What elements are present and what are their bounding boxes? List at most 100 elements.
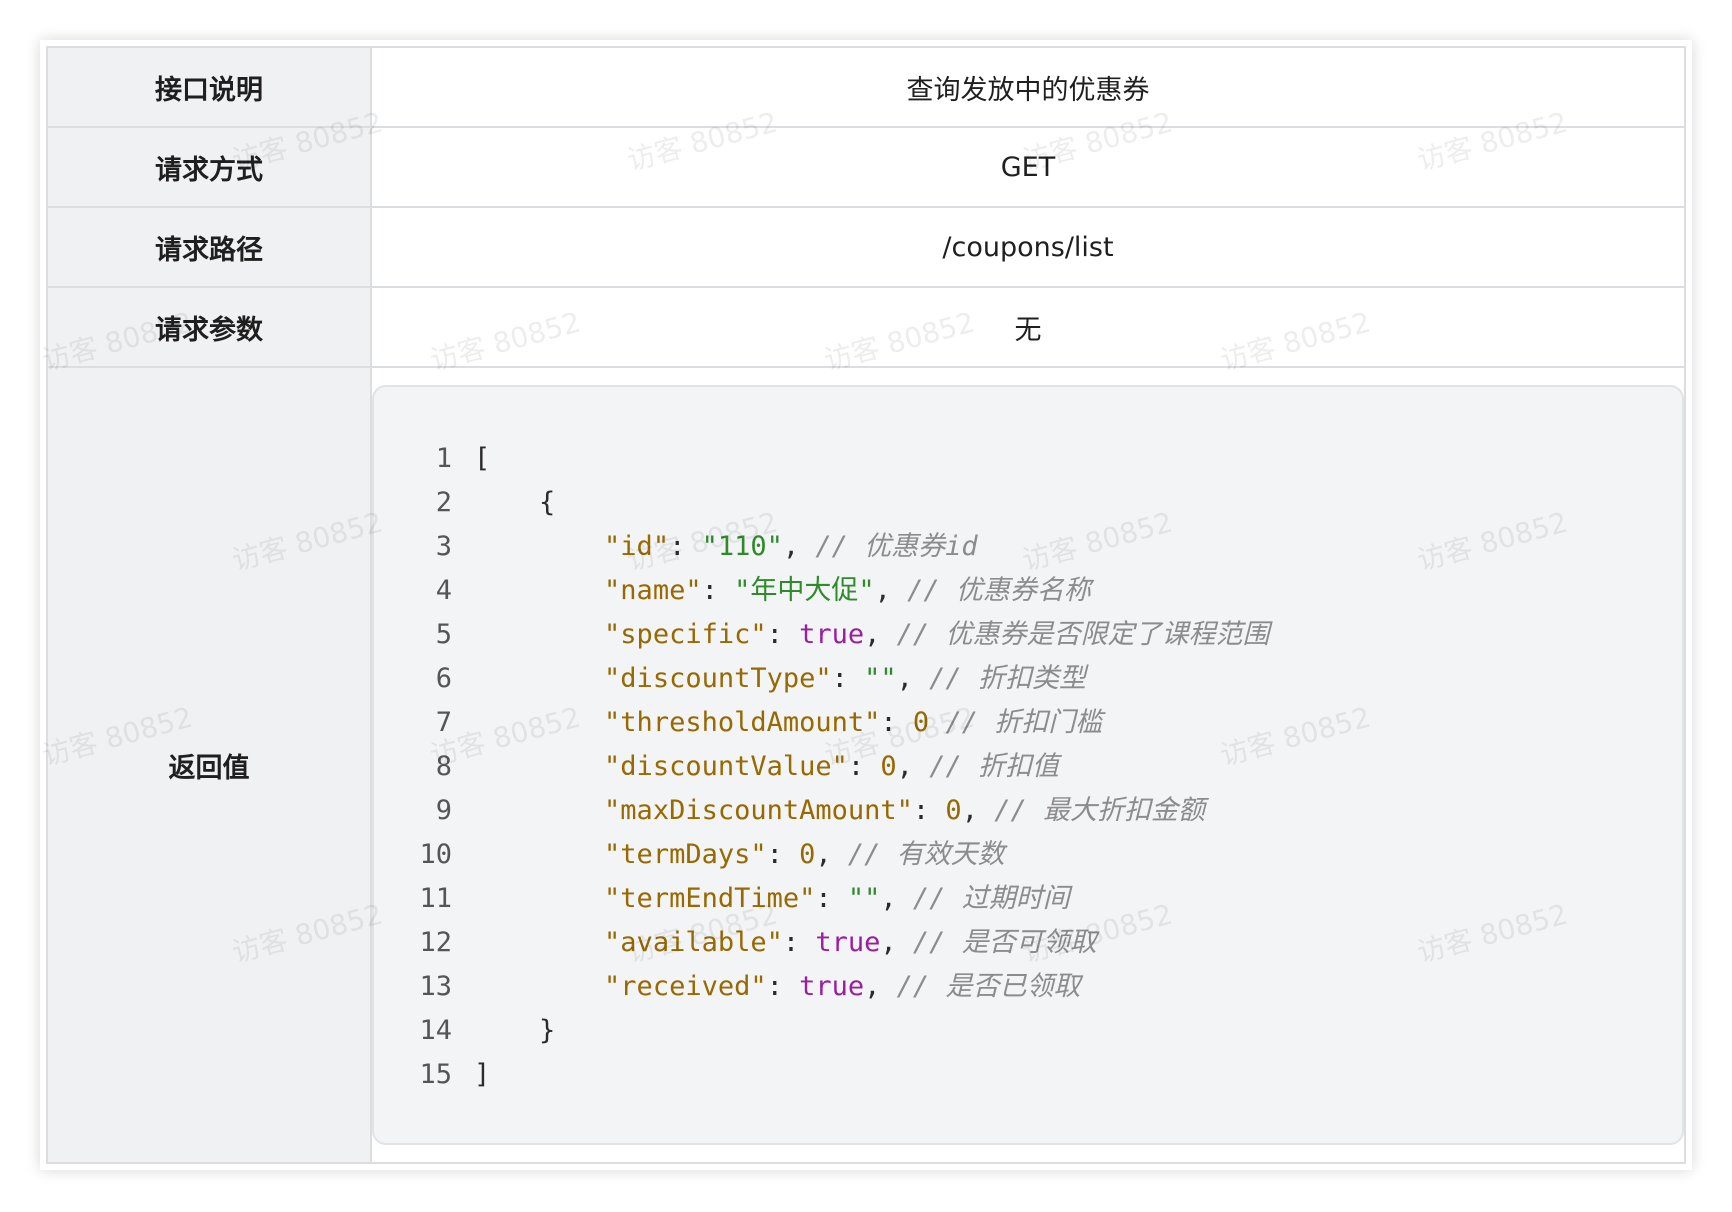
code-text: ]	[474, 1053, 490, 1097]
code-bracket: [	[474, 443, 491, 474]
json-separator: ,	[961, 795, 995, 826]
code-text: }	[474, 1009, 555, 1053]
api-doc-card: 接口说明 查询发放中的优惠券 请求方式 GET 请求路径 /coupons/li…	[40, 40, 1692, 1170]
code-bracket: ]	[474, 1059, 491, 1090]
code-line: 6 "discountType": "", // 折扣类型	[374, 657, 1682, 701]
json-separator: ,	[880, 927, 913, 958]
line-number: 5	[435, 619, 452, 650]
code-bracket: }	[474, 1015, 556, 1046]
code-line: 3 "id": "110", // 优惠券id	[374, 525, 1682, 569]
line-number: 9	[435, 795, 452, 826]
json-key: "maxDiscountAmount"	[604, 795, 913, 826]
json-value: 0	[912, 707, 930, 738]
code-text: "name": "年中大促", // 优惠券名称	[604, 575, 1091, 606]
code-comment: // 折扣值	[929, 751, 1059, 782]
code-text: "discountValue": 0, // 折扣值	[604, 751, 1059, 782]
code-line: 15]	[374, 1053, 1682, 1097]
code-text: "available": true, // 是否可领取	[604, 927, 1097, 958]
json-value: ""	[847, 883, 881, 914]
line-number: 15	[419, 1059, 452, 1090]
code-text: [	[474, 437, 490, 481]
code-line: 4 "name": "年中大促", // 优惠券名称	[374, 569, 1682, 613]
json-value: true	[799, 971, 865, 1002]
row-key-description: 接口说明	[46, 46, 372, 128]
line-number: 2	[435, 487, 452, 518]
code-line: 1[	[374, 437, 1682, 481]
row-value-description: 查询发放中的优惠券	[370, 46, 1686, 128]
json-key: "thresholdAmount"	[604, 707, 881, 738]
code-text: "termDays": 0, // 有效天数	[604, 839, 1005, 870]
line-number: 14	[419, 1015, 452, 1046]
code-line: 9 "maxDiscountAmount": 0, // 最大折扣金额	[374, 789, 1682, 833]
code-block[interactable]: 1[2 {3 "id": "110", // 优惠券id 4 "name": "年…	[372, 385, 1684, 1145]
code-bracket: {	[474, 487, 556, 518]
code-line: 13 "received": true, // 是否已领取	[374, 965, 1682, 1009]
code-comment: // 过期时间	[912, 883, 1070, 914]
json-value: 0	[945, 795, 962, 826]
code-comment: // 优惠券是否限定了课程范围	[896, 619, 1270, 650]
json-key: "discountValue"	[604, 751, 848, 782]
code-line: 7 "thresholdAmount": 0 // 折扣门槛	[374, 701, 1682, 745]
row-value-params: 无	[370, 286, 1686, 368]
return-value-cell: 1[2 {3 "id": "110", // 优惠券id 4 "name": "年…	[370, 366, 1686, 1164]
line-number: 7	[435, 707, 452, 738]
json-value: "年中大促"	[734, 575, 875, 606]
line-number: 3	[435, 531, 452, 562]
line-number: 6	[435, 663, 452, 694]
json-separator: ,	[874, 575, 908, 606]
json-separator: ,	[896, 751, 930, 782]
json-separator: ,	[815, 839, 848, 870]
json-value: 0	[799, 839, 816, 870]
code-comment: // 优惠券名称	[907, 575, 1091, 606]
json-key: "specific"	[604, 619, 767, 650]
code-text: "specific": true, // 优惠券是否限定了课程范围	[604, 619, 1270, 650]
code-text: "id": "110", // 优惠券id	[604, 531, 978, 562]
row-value-path: /coupons/list	[370, 206, 1686, 288]
json-value: true	[799, 619, 865, 650]
json-key: "name"	[604, 575, 702, 606]
code-line: 12 "available": true, // 是否可领取	[374, 921, 1682, 965]
code-line: 2 {	[374, 481, 1682, 525]
json-value: "110"	[701, 531, 783, 562]
row-value-method: GET	[370, 126, 1686, 208]
json-value: true	[815, 927, 881, 958]
json-key: "received"	[604, 971, 767, 1002]
json-separator	[929, 707, 945, 738]
line-number: 8	[435, 751, 452, 782]
api-spec-table: 接口说明 查询发放中的优惠券 请求方式 GET 请求路径 /coupons/li…	[46, 46, 1686, 1164]
code-line: 11 "termEndTime": "", // 过期时间	[374, 877, 1682, 921]
code-line: 5 "specific": true, // 优惠券是否限定了课程范围	[374, 613, 1682, 657]
code-comment: // 折扣类型	[929, 663, 1086, 694]
line-number: 12	[419, 927, 452, 958]
code-comment: // 最大折扣金额	[994, 795, 1205, 826]
row-key-method: 请求方式	[46, 126, 372, 208]
code-text: "termEndTime": "", // 过期时间	[604, 883, 1070, 914]
code-comment: // 是否已领取	[896, 971, 1081, 1002]
code-comment: // 折扣门槛	[945, 707, 1103, 738]
json-key: "id"	[604, 531, 670, 562]
code-text: "discountType": "", // 折扣类型	[604, 663, 1086, 694]
json-value: 0	[880, 751, 897, 782]
line-number: 10	[419, 839, 452, 870]
code-text: {	[474, 481, 555, 525]
json-key: "discountType"	[604, 663, 832, 694]
code-text: "received": true, // 是否已领取	[604, 971, 1081, 1002]
code-comment: // 是否可领取	[912, 927, 1097, 958]
json-key: "termEndTime"	[604, 883, 816, 914]
json-separator: ,	[864, 971, 897, 1002]
code-text: "maxDiscountAmount": 0, // 最大折扣金额	[604, 795, 1205, 826]
json-separator: ,	[880, 883, 913, 914]
json-value: ""	[864, 663, 897, 694]
code-text: "thresholdAmount": 0 // 折扣门槛	[604, 707, 1103, 738]
table-row: 接口说明 查询发放中的优惠券	[46, 46, 1686, 128]
row-key-path: 请求路径	[46, 206, 372, 288]
table-row: 返回值 1[2 {3 "id": "110", // 优惠券id 4 "name"…	[46, 366, 1686, 1164]
code-line: 10 "termDays": 0, // 有效天数	[374, 833, 1682, 877]
json-separator: ,	[782, 531, 816, 562]
code-comment: // 优惠券id	[815, 531, 978, 562]
row-key-params: 请求参数	[46, 286, 372, 368]
line-number: 11	[419, 883, 452, 914]
line-number: 4	[435, 575, 452, 606]
table-row: 请求路径 /coupons/list	[46, 206, 1686, 288]
table-row: 请求参数 无	[46, 286, 1686, 368]
